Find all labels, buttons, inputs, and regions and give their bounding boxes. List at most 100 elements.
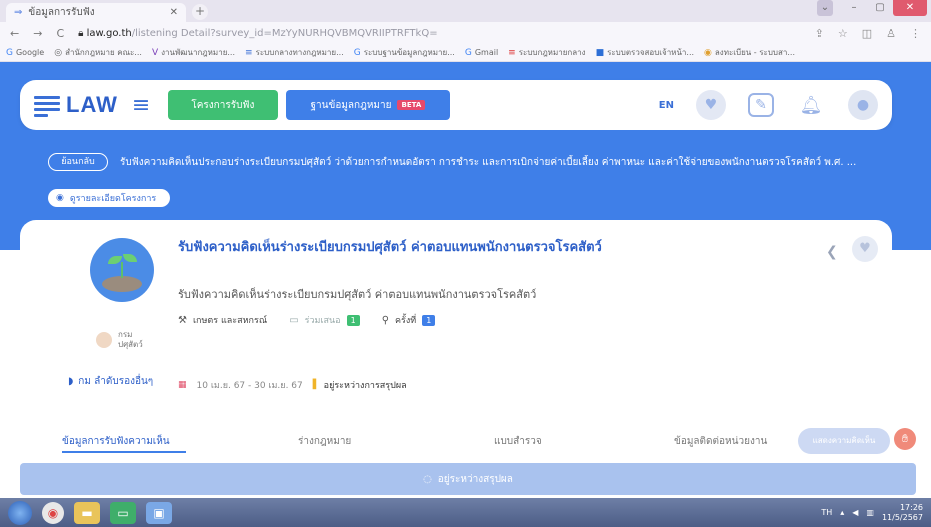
google-icon: G: [353, 47, 361, 58]
browser-tab-title: ข้อมูลการรับฟัง: [28, 7, 95, 18]
bookmark-item[interactable]: ◉ ลงทะเบียน - ระบบสา...: [704, 46, 795, 59]
reload-icon[interactable]: C: [56, 27, 64, 40]
start-button-icon[interactable]: [8, 500, 32, 525]
project-image-sprout: [90, 238, 154, 302]
folder-taskbar-icon[interactable]: ▬: [74, 501, 100, 524]
logo-text: LAW: [66, 92, 118, 117]
site-logo[interactable]: LAW: [34, 92, 118, 118]
close-tab-icon[interactable]: ✕: [170, 7, 178, 18]
law-type-label: กม ลำดับรองอื่นๆ: [78, 376, 154, 387]
notification-bell-icon[interactable]: 🔔︎: [796, 90, 826, 120]
network-icon[interactable]: ▥: [866, 508, 874, 517]
link-icon: ≡: [508, 47, 516, 58]
opinions-count-badge: 1: [346, 314, 360, 326]
site-navbar: LAW ≡ โครงการรับฟัง ฐานข้อมูลกฎหมาย BETA…: [20, 80, 892, 130]
beta-badge: BETA: [397, 100, 426, 110]
date-range: 10 เม.ย. 67 - 30 เม.ย. 67: [196, 381, 303, 391]
project-subtitle: รับฟังความคิดเห็นร่างระเบียบกรมปศุสัตว์ …: [178, 288, 537, 301]
project-meta-row: ⚒ เกษตร และสหกรณ์ ▭ ร่วมเสนอ 1 ⚲ ครั้งที…: [178, 313, 436, 327]
agency-avatar: [96, 332, 112, 348]
browser-tab[interactable]: ⇒ ข้อมูลการรับฟัง ✕: [6, 3, 186, 22]
project-date-status-row: ▦ 10 เม.ย. 67 - 30 เม.ย. 67 ▌ อยู่ระหว่า…: [178, 378, 407, 392]
bookmark-item[interactable]: G Google: [6, 48, 44, 58]
bookmarks-bar: G Google ◎ สำนักกฎหมาย คณะ... V งานพัฒนากฎห…: [0, 44, 931, 62]
url-path: /listening Detail?survey_id=MzYyNURHQVBM…: [131, 27, 438, 39]
summary-status-button[interactable]: ◌ อยู่ระหว่างสรุปผล: [20, 463, 916, 495]
input-language[interactable]: TH: [821, 508, 832, 517]
profile-icon[interactable]: ⌄: [817, 0, 833, 16]
active-tab-indicator: [62, 451, 186, 453]
favorites-heart-icon[interactable]: ♥: [696, 90, 726, 120]
tray-arrow-icon[interactable]: ▴: [840, 508, 844, 517]
link-icon: ◎: [54, 47, 63, 58]
language-toggle[interactable]: EN: [659, 100, 674, 111]
volume-icon[interactable]: ◀︎: [852, 508, 858, 517]
lock-icon: 🔒︎: [78, 27, 84, 39]
v-icon: V: [151, 47, 159, 58]
times-label: ครั้งที่: [395, 316, 417, 326]
raise-hand-icon[interactable]: ✋︎: [894, 428, 916, 450]
url-host: law.go.th: [86, 27, 132, 39]
maximize-button[interactable]: ▢: [867, 0, 893, 16]
view-project-details-button[interactable]: ◉ ดูรายละเอียดโครงการ: [48, 189, 170, 207]
law-type-icon: ◗: [68, 376, 74, 387]
bookmark-item[interactable]: V งานพัฒนากฎหมาย...: [152, 46, 235, 59]
close-window-button[interactable]: ✕: [893, 0, 927, 16]
tab-agency-contact[interactable]: ข้อมูลติดต่อหน่วยงาน: [674, 434, 767, 449]
clock-date: 11/5/2567: [881, 512, 923, 522]
minimize-button[interactable]: –: [841, 0, 867, 16]
law-database-button[interactable]: ฐานข้อมูลกฎหมาย BETA: [285, 90, 450, 120]
url-field[interactable]: 🔒︎ law.go.th/listening Detail?survey_id=…: [78, 28, 801, 39]
bookmark-item[interactable]: ◎ สำนักกฎหมาย คณะ...: [54, 46, 142, 59]
bookmark-item[interactable]: G Gmail: [465, 48, 498, 58]
tab-draft-law[interactable]: ร่างกฎหมาย: [298, 434, 351, 449]
view-project-details-label: ดูรายละเอียดโครงการ: [69, 194, 157, 204]
chrome-taskbar-icon[interactable]: ◉: [42, 501, 64, 524]
new-tab-button[interactable]: +: [192, 4, 208, 20]
clock[interactable]: 17:26 11/5/2567: [882, 503, 923, 523]
chat-app-taskbar-icon[interactable]: ▭: [110, 501, 136, 524]
forward-arrow-icon[interactable]: →: [33, 27, 42, 40]
share-page-icon[interactable]: ⇪: [815, 27, 824, 40]
tab-listening-info[interactable]: ข้อมูลการรับฟังความเห็น: [62, 434, 170, 449]
loading-spinner-icon: ◌: [423, 473, 432, 485]
back-button[interactable]: ย้อนกลับ: [48, 153, 108, 171]
bookmark-star-icon[interactable]: ☆: [838, 27, 848, 40]
image-app-taskbar-icon[interactable]: ▣: [146, 501, 172, 524]
sheet-icon: ■: [595, 47, 605, 58]
bookmark-item[interactable]: G ระบบฐานข้อมูลกฎหมาย...: [354, 46, 455, 59]
status-dot-icon: ▌: [312, 380, 320, 390]
category-icon: ⚒: [178, 314, 187, 326]
round-icon: ⚲: [381, 314, 390, 326]
page-favicon-icon: ⇒: [14, 7, 23, 18]
listening-projects-button[interactable]: โครงการรับฟัง: [167, 90, 278, 120]
project-category: เกษตร และสหกรณ์: [192, 316, 268, 326]
times-count-badge: 1: [422, 314, 436, 326]
back-arrow-icon[interactable]: ←: [10, 27, 19, 40]
share-icon[interactable]: ❮: [826, 244, 838, 260]
bookmark-item[interactable]: ≡ ระบบกลางทางกฎหมาย...: [245, 46, 344, 59]
system-tray: TH ▴ ◀︎ ▥ 17:26 11/5/2567: [821, 503, 923, 523]
tab-survey[interactable]: แบบสำรวจ: [494, 434, 542, 449]
bookmark-item[interactable]: ■ ระบบตรวจสอบเจ้าหน้า...: [596, 46, 694, 59]
favorite-heart-icon[interactable]: ♥: [852, 236, 878, 262]
eye-icon: ◉: [56, 193, 64, 203]
clock-time: 17:26: [899, 502, 923, 512]
law-type-link[interactable]: ◗ กม ลำดับรองอื่นๆ: [68, 374, 153, 389]
hamburger-menu-icon[interactable]: ≡: [132, 93, 154, 118]
agency-info: กรม ปศุสัตว์: [96, 330, 143, 350]
agency-line2: ปศุสัตว์: [118, 340, 143, 349]
user-avatar-icon[interactable]: ●: [848, 90, 878, 120]
project-status: อยู่ระหว่างการสรุปผล: [323, 381, 407, 391]
browser-tab-bar: ⇒ ข้อมูลการรับฟัง ✕ + ⌄ – ▢ ✕: [0, 0, 931, 22]
os-taskbar: ◉ ▬ ▭ ▣ TH ▴ ◀︎ ▥ 17:26 11/5/2567: [0, 498, 931, 527]
edit-comment-icon[interactable]: ✎: [748, 93, 774, 117]
comment-button[interactable]: แสดงความคิดเห็น: [798, 428, 890, 454]
link-icon: ≡: [245, 47, 253, 58]
calendar-icon: ▦: [178, 380, 187, 390]
profile-person-icon[interactable]: ♙: [886, 27, 896, 40]
sidebar-panel-icon[interactable]: ◫: [862, 27, 872, 40]
browser-menu-icon[interactable]: ⋮: [910, 27, 921, 40]
bookmark-item[interactable]: ≡ ระบบกฎหมายกลาง: [508, 46, 585, 59]
law-database-label: ฐานข้อมูลกฎหมาย: [310, 99, 392, 111]
